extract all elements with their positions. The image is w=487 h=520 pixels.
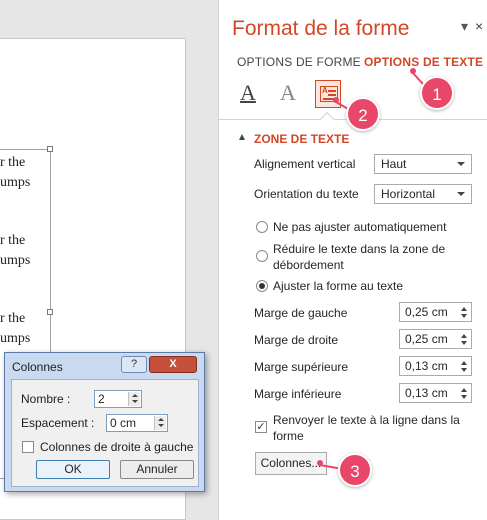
number-value: 2 <box>98 392 105 406</box>
chevron-down-icon <box>457 192 465 196</box>
chevron-down-icon <box>457 162 465 166</box>
vertical-alignment-select[interactable]: Haut <box>374 154 472 174</box>
radio-shrink-text-label-line2[interactable]: débordement <box>273 257 344 273</box>
radio-resize-shape-label[interactable]: Ajuster la forme au texte <box>273 278 403 294</box>
spinner-value: 0,25 cm <box>405 332 448 346</box>
callout-dot <box>317 460 323 466</box>
top-margin-label: Marge supérieure <box>254 360 349 374</box>
rtl-checkbox[interactable] <box>22 441 34 453</box>
resize-handle[interactable] <box>47 146 53 152</box>
selected-tab-indicator <box>319 111 335 127</box>
ok-button[interactable]: OK <box>36 460 110 479</box>
radio-no-autofit[interactable] <box>256 221 268 233</box>
close-button[interactable]: X <box>149 356 197 373</box>
callout-2: 2 <box>346 97 380 131</box>
select-value: Horizontal <box>381 187 436 201</box>
select-value: Haut <box>381 157 407 171</box>
spacing-input[interactable]: 0 cm <box>106 414 168 432</box>
callout-1: 1 <box>420 76 454 110</box>
text-line: r the <box>0 155 26 170</box>
text-fill-outline-icon[interactable]: A <box>235 80 261 108</box>
dialog-title: Colonnes <box>12 360 63 374</box>
text-line: umps <box>0 331 31 346</box>
text-direction-select[interactable]: Horizontal <box>374 184 472 204</box>
number-input[interactable]: 2 <box>94 390 142 408</box>
text-line: r the <box>0 311 26 326</box>
bottom-margin-spinner[interactable]: 0,13 cm <box>399 383 472 403</box>
radio-shrink-text-label[interactable]: Réduire le texte dans la zone de <box>273 241 445 257</box>
top-margin-spinner[interactable]: 0,13 cm <box>399 356 472 376</box>
cancel-button[interactable]: Annuler <box>120 460 194 479</box>
resize-handle[interactable] <box>47 309 53 315</box>
tab-shape-options[interactable]: OPTIONS DE FORME <box>237 55 361 69</box>
collapse-icon[interactable] <box>239 134 245 140</box>
number-label: Nombre : <box>21 392 71 406</box>
close-icon[interactable]: × <box>475 18 483 34</box>
tab-text-options[interactable]: OPTIONS DE TEXTE <box>364 55 483 69</box>
spacing-label: Espacement : <box>21 416 95 430</box>
screen: r the umps r the umps r the umps Format … <box>0 0 487 520</box>
text-direction-label: Orientation du texte <box>254 187 359 201</box>
callout-dot <box>333 97 339 103</box>
spinner-value: 0,13 cm <box>405 359 448 373</box>
rtl-label[interactable]: Colonnes de droite à gauche <box>40 440 193 454</box>
pane-options-icon[interactable]: ▾ <box>461 18 468 35</box>
radio-shrink-text[interactable] <box>256 250 268 262</box>
callout-dot <box>410 68 416 74</box>
vertical-alignment-label: Alignement vertical <box>254 157 356 171</box>
wrap-text-label-line2[interactable]: forme <box>273 428 304 444</box>
radio-no-autofit-label[interactable]: Ne pas ajuster automatiquement <box>273 219 446 235</box>
spacing-value: 0 cm <box>110 416 137 430</box>
left-margin-label: Marge de gauche <box>254 306 348 320</box>
right-margin-label: Marge de droite <box>254 333 339 347</box>
wrap-text-label[interactable]: Renvoyer le texte à la ligne dans la <box>273 412 460 428</box>
spinner-value: 0,25 cm <box>405 305 448 319</box>
section-title[interactable]: ZONE DE TEXTE <box>254 132 349 146</box>
columns-dialog: Colonnes ? X Nombre : 2 Espacement : 0 c… <box>4 352 205 492</box>
pane-title: Format de la forme <box>232 17 410 40</box>
left-margin-spinner[interactable]: 0,25 cm <box>399 302 472 322</box>
text-effects-icon[interactable]: A <box>275 80 301 108</box>
dialog-body: Nombre : 2 Espacement : 0 cm Colonnes de… <box>11 379 199 487</box>
spinner-value: 0,13 cm <box>405 386 448 400</box>
callout-3: 3 <box>338 453 372 487</box>
help-button[interactable]: ? <box>121 356 147 373</box>
bottom-margin-label: Marge inférieure <box>254 387 342 401</box>
wrap-text-checkbox[interactable]: ✓ <box>255 421 267 433</box>
text-line: umps <box>0 253 31 268</box>
radio-resize-shape[interactable] <box>256 280 268 292</box>
text-line: r the <box>0 233 26 248</box>
right-margin-spinner[interactable]: 0,25 cm <box>399 329 472 349</box>
text-line: umps <box>0 175 31 190</box>
